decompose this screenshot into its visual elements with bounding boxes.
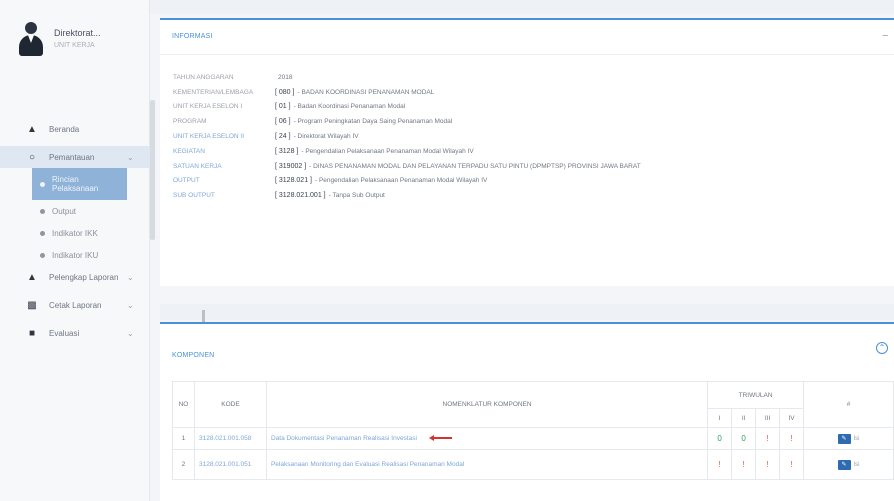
header-nomenklatur: NOMENKLATUR KOMPONEN: [265, 381, 709, 428]
kode-link[interactable]: 3128.021.001.058: [193, 427, 267, 450]
user-name[interactable]: Direktorat...: [54, 28, 101, 38]
sidebar-item-indikator-iku[interactable]: Indikator IKU: [0, 244, 150, 266]
chevron-down-icon: ⌄: [127, 328, 134, 338]
user-panel[interactable]: Direktorat... UNIT KERJA: [18, 22, 101, 58]
pointer-arrow-icon: [428, 435, 452, 442]
sidebar-item-rincian[interactable]: Rincian Pelaksanaan: [32, 168, 127, 200]
sidebar-item-output[interactable]: Output: [0, 200, 150, 222]
info-panel: INFORMASI – TAHUN ANGGARAN 2018 KEMENTERI…: [160, 18, 894, 286]
header-triwulan: TRIWULAN: [707, 381, 805, 409]
nomenklatur-link[interactable]: Pelaksanaan Monitoring dan Evaluasi Real…: [271, 461, 464, 468]
scroll-strip: [160, 304, 894, 322]
header-no: NO: [172, 381, 195, 428]
sidebar-item-label: Indikator IKU: [52, 250, 99, 260]
status-badge: !: [707, 449, 733, 480]
kode-link[interactable]: 3128.021.001.051: [193, 449, 267, 480]
info-list: TAHUN ANGGARAN 2018 KEMENTERIAN/LEMBAGA[ …: [173, 70, 641, 203]
info-row: PROGRAM[ 06 ] - Program Peningkatan Daya …: [173, 118, 453, 126]
status-badge: !: [755, 427, 781, 450]
binoculars-icon: ▲: [27, 271, 37, 283]
sidebar-item-label: Output: [52, 206, 77, 216]
top-bar: [150, 0, 894, 14]
chevron-down-icon: ⌄: [127, 300, 134, 310]
header-q3: III: [755, 408, 781, 428]
status-badge: !: [731, 449, 757, 480]
header-action: #: [803, 381, 894, 428]
sidebar-menu: ▲ Beranda ○ Pemantauan ⌄ Rincian Pelaksa…: [0, 118, 150, 344]
sidebar-item-label: Cetak Laporan: [49, 300, 102, 310]
dot-icon: [40, 208, 45, 214]
header-kode: KODE: [193, 381, 267, 428]
printer-icon: ▩: [27, 299, 37, 311]
status-badge: !: [755, 449, 781, 480]
sidebar-item-label: Indikator IKK: [52, 228, 98, 238]
sidebar-item-label: Pelengkap Laporan: [49, 272, 119, 282]
komponen-table: NO KODE NOMENKLATUR KOMPONEN TRIWULAN # …: [172, 381, 894, 480]
info-row: UNIT KERJA ESELON I[ 01 ] - Badan Koordin…: [173, 103, 406, 111]
edit-button[interactable]: ✎ Isi: [837, 433, 860, 444]
chevron-down-icon: ⌄: [127, 152, 134, 162]
status-badge: 0: [731, 427, 757, 450]
header-q4: IV: [779, 408, 805, 428]
sidebar-item-evaluasi[interactable]: ■ Evaluasi ⌄: [0, 322, 150, 344]
avatar: [18, 22, 44, 58]
sidebar: Direktorat... UNIT KERJA ▲ Beranda ○ Pem…: [0, 0, 150, 501]
status-badge: !: [779, 449, 805, 480]
sidebar-item-pemantauan[interactable]: ○ Pemantauan ⌄: [0, 146, 150, 168]
table-row: 2 3128.021.001.051 Pelaksanaan Monitorin…: [172, 449, 894, 480]
header-q2: II: [731, 408, 757, 428]
table-row: 1 3128.021.001.058 Data Dokumentasi Pena…: [172, 427, 894, 450]
header-q1: I: [707, 408, 733, 428]
chevron-down-icon: ⌄: [127, 272, 134, 282]
info-panel-title: INFORMASI: [172, 33, 213, 40]
sidebar-item-pelengkap-laporan[interactable]: ▲ Pelengkap Laporan ⌄: [0, 266, 150, 288]
sidebar-scrollbar[interactable]: [150, 100, 155, 240]
dot-icon: [40, 181, 45, 187]
info-row: OUTPUT[ 3128.021 ] - Pengendalian Pelaksa…: [173, 177, 488, 185]
sidebar-item-indikator-ikk[interactable]: Indikator IKK: [0, 222, 150, 244]
info-row: KEGIATAN[ 3128 ] - Pengendalian Pelaksana…: [173, 147, 474, 155]
sidebar-item-label: Pemantauan: [49, 152, 95, 162]
edit-button[interactable]: ✎ Isi: [837, 459, 860, 470]
edit-icon: ✎: [837, 433, 851, 444]
status-badge: !: [779, 427, 805, 450]
info-row: SATUAN KERJA[ 319002 ] - DINAS PENANAMAN …: [173, 162, 641, 170]
sidebar-item-label: Beranda: [49, 124, 80, 134]
dot-icon: [40, 230, 45, 236]
circle-icon: ○: [28, 151, 36, 163]
status-badge: 0: [707, 427, 733, 450]
sidebar-item-label: Rincian Pelaksanaan: [51, 175, 99, 193]
info-row: SUB OUTPUT[ 3128.021.001 ] - Tanpa Sub Ou…: [173, 192, 385, 200]
info-row: TAHUN ANGGARAN 2018: [173, 73, 293, 81]
user-role: UNIT KERJA: [54, 42, 95, 49]
edit-icon: ✎: [837, 459, 851, 470]
chart-icon: ■: [28, 327, 36, 339]
komponen-panel-title: KOMPONEN: [172, 352, 215, 359]
info-row: UNIT KERJA ESELON II[ 24 ] - Direktorat W…: [173, 133, 359, 141]
home-icon: ▲: [27, 123, 37, 135]
dot-icon: [40, 252, 45, 258]
sidebar-item-cetak-laporan[interactable]: ▩ Cetak Laporan ⌄: [0, 294, 150, 316]
info-row: KEMENTERIAN/LEMBAGA[ 080 ] - BADAN KOORDI…: [173, 88, 435, 96]
sidebar-item-beranda[interactable]: ▲ Beranda: [0, 118, 150, 140]
sidebar-item-label: Evaluasi: [49, 328, 80, 338]
collapse-icon[interactable]: –: [882, 30, 888, 41]
divider: [160, 54, 894, 55]
nomenklatur-link[interactable]: Data Dokumentasi Penanaman Realisasi Inv…: [271, 435, 417, 442]
komponen-panel: KOMPONEN ⌃ NO KODE NOMENKLATUR KOMPONEN …: [160, 322, 894, 501]
chevron-up-icon[interactable]: ⌃: [876, 342, 888, 354]
